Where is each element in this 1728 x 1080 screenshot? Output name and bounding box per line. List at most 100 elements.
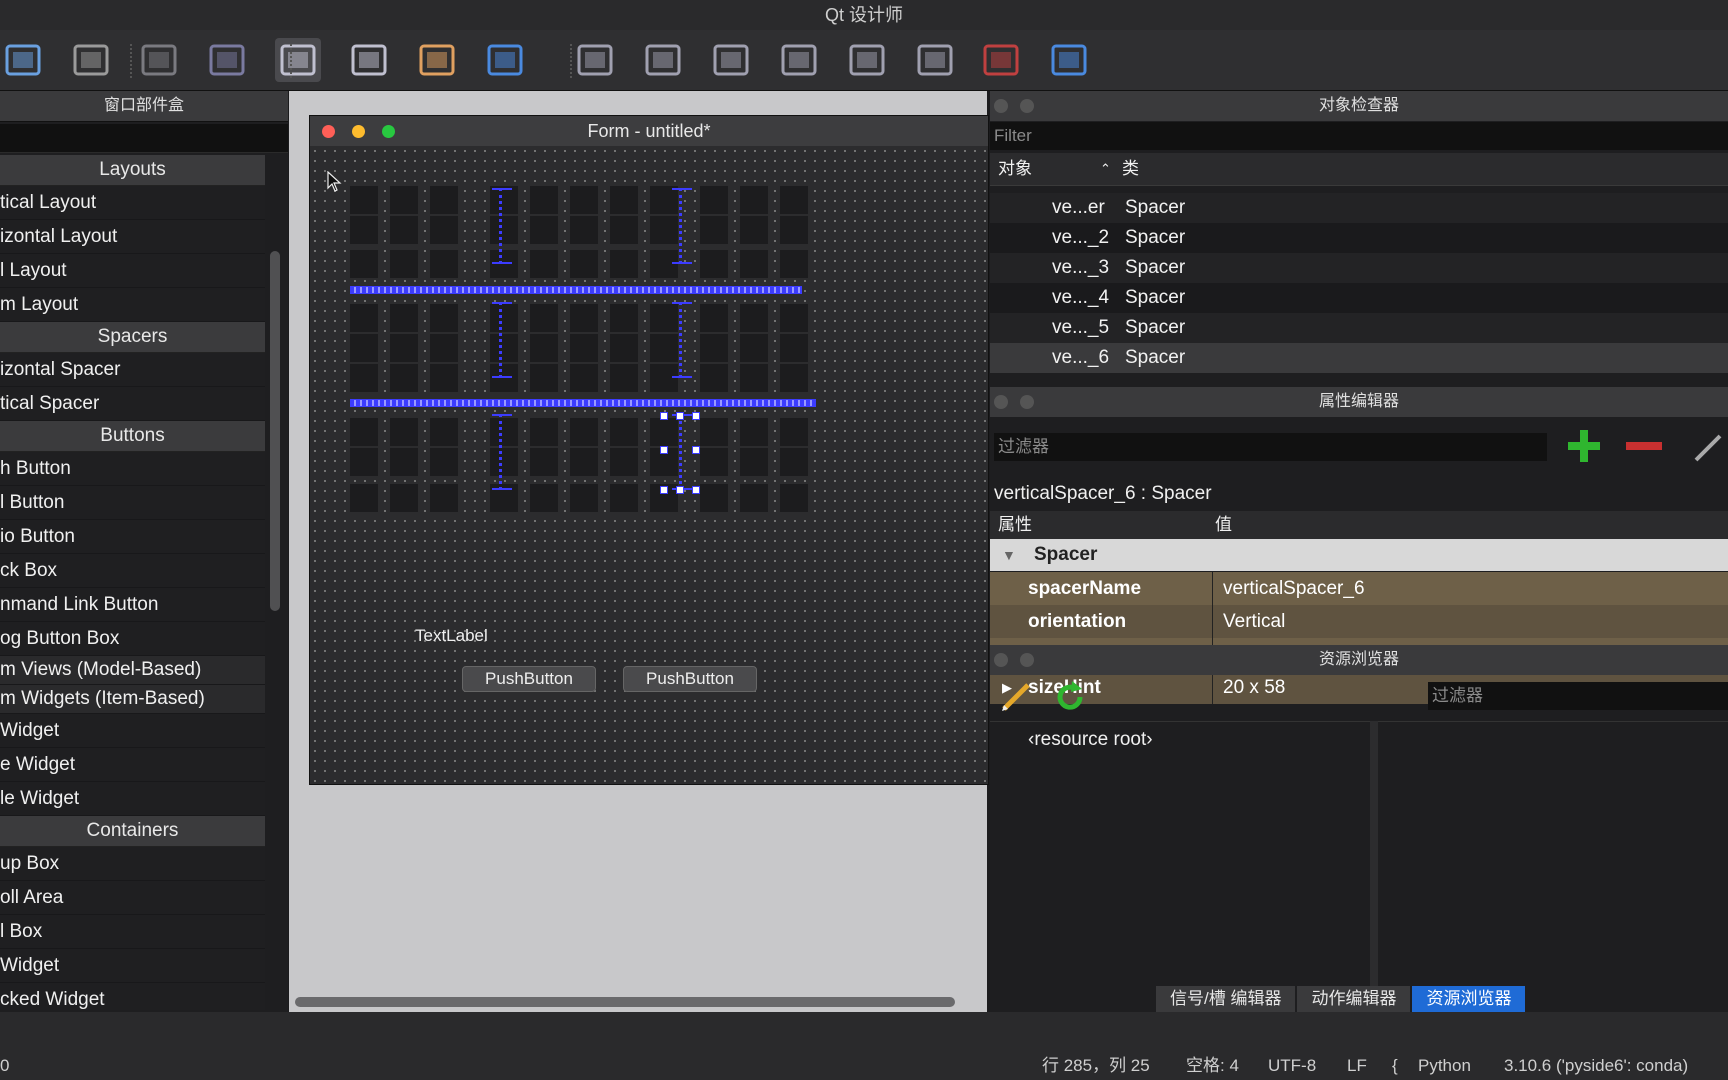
print-icon[interactable] xyxy=(0,38,46,82)
object-row[interactable]: ve..._3 Spacer xyxy=(990,253,1728,283)
dock-float-icon[interactable] xyxy=(1020,395,1034,409)
col-property-header[interactable]: 属性 xyxy=(998,511,1032,539)
dock-float-icon[interactable] xyxy=(1020,653,1034,667)
resource-root[interactable]: ‹resource root› xyxy=(1028,729,1153,751)
selection-handle[interactable] xyxy=(692,446,700,454)
object-row[interactable]: ve...er Spacer xyxy=(990,193,1728,223)
selection-handle[interactable] xyxy=(660,486,668,494)
mdi-horizontal-scrollbar[interactable] xyxy=(295,997,955,1007)
text-label[interactable]: TextLabel xyxy=(415,626,488,646)
layout-grid-icon[interactable] xyxy=(844,38,890,82)
vertical-spacer[interactable] xyxy=(492,302,512,378)
object-row[interactable]: ve..._2 Spacer xyxy=(990,223,1728,253)
widget-box-scrollbar[interactable] xyxy=(270,251,280,611)
horizontal-spacer[interactable] xyxy=(350,399,816,407)
widget-item[interactable]: nmand Link Button xyxy=(0,588,265,622)
selection-handle[interactable] xyxy=(692,486,700,494)
dock-close-icon[interactable] xyxy=(994,395,1008,409)
expand-down-icon[interactable]: ▼ xyxy=(1002,539,1016,571)
form-window[interactable]: Form - untitled* TextLabel PushButton Pu… xyxy=(309,115,989,785)
resource-filter-input[interactable]: 过滤器 xyxy=(1428,682,1728,710)
object-row[interactable]: ve..._6 Spacer xyxy=(990,343,1728,373)
windows-icon[interactable] xyxy=(136,38,182,82)
selection-handle[interactable] xyxy=(660,412,668,420)
save-icon[interactable] xyxy=(68,38,114,82)
edit-tab-order-icon[interactable] xyxy=(482,38,528,82)
widget-item[interactable]: m Layout xyxy=(0,288,265,322)
edit-signals-icon[interactable] xyxy=(346,38,392,82)
widget-category[interactable]: Buttons xyxy=(0,421,265,452)
minimize-icon[interactable] xyxy=(352,125,365,138)
property-row[interactable]: spacerName verticalSpacer_6 xyxy=(990,572,1728,605)
widget-item[interactable]: e Widget xyxy=(0,748,265,782)
dock-tab[interactable]: 信号/槽 编辑器 xyxy=(1156,986,1296,1012)
break-layout-icon[interactable] xyxy=(978,38,1024,82)
property-value[interactable]: verticalSpacer_6 xyxy=(1223,572,1365,605)
object-row[interactable]: ve..._5 Spacer xyxy=(990,313,1728,343)
property-value[interactable]: 20 x 58 xyxy=(1223,671,1285,704)
selection-handle[interactable] xyxy=(692,412,700,420)
horizontal-spacer[interactable] xyxy=(350,286,802,294)
col-value-header[interactable]: 值 xyxy=(1215,511,1232,539)
reload-icon[interactable] xyxy=(1052,679,1088,715)
widget-item[interactable]: tical Layout xyxy=(0,186,265,220)
widget-collapsed-category[interactable]: m Widgets (Item-Based) xyxy=(0,685,265,714)
widget-item[interactable]: l Box xyxy=(0,915,265,949)
widget-item[interactable]: l Button xyxy=(0,486,265,520)
layout-vertical-icon[interactable] xyxy=(640,38,686,82)
vertical-spacer[interactable] xyxy=(672,302,692,378)
zoom-icon[interactable] xyxy=(382,125,395,138)
widget-item[interactable]: Widget xyxy=(0,949,265,983)
object-filter-input[interactable]: Filter xyxy=(990,122,1728,150)
grid-layout[interactable] xyxy=(350,186,850,526)
edit-resources-icon[interactable] xyxy=(998,679,1034,715)
window-stack-icon[interactable] xyxy=(204,38,250,82)
widget-category[interactable]: Spacers xyxy=(0,322,265,353)
property-value[interactable]: Vertical xyxy=(1223,605,1285,638)
status-spaces[interactable]: 空格: 4 xyxy=(1186,1052,1239,1080)
vertical-spacer[interactable] xyxy=(672,188,692,264)
widget-item[interactable]: l Layout xyxy=(0,254,265,288)
edit-buddies-icon[interactable] xyxy=(414,38,460,82)
selection-handle[interactable] xyxy=(676,412,684,420)
status-language[interactable]: Python xyxy=(1418,1052,1471,1080)
property-filter-input[interactable]: 过滤器 xyxy=(994,433,1547,461)
wrench-icon[interactable] xyxy=(1690,428,1728,464)
dock-close-icon[interactable] xyxy=(994,99,1008,113)
push-button-2[interactable]: PushButton xyxy=(623,666,757,692)
widget-item[interactable]: up Box xyxy=(0,847,265,881)
widget-item[interactable]: izontal Layout xyxy=(0,220,265,254)
status-interpreter[interactable]: 3.10.6 ('pyside6': conda) xyxy=(1504,1052,1688,1080)
selection-handle[interactable] xyxy=(660,446,668,454)
selection-handle[interactable] xyxy=(676,486,684,494)
widget-box-filter[interactable] xyxy=(0,124,288,153)
vertical-spacer[interactable] xyxy=(492,414,512,490)
widget-item[interactable]: oll Area xyxy=(0,881,265,915)
dock-tab[interactable]: 动作编辑器 xyxy=(1297,986,1411,1012)
form-canvas[interactable]: TextLabel PushButton PushButton xyxy=(310,146,988,784)
dock-float-icon[interactable] xyxy=(1020,99,1034,113)
widget-item[interactable]: og Button Box xyxy=(0,622,265,656)
remove-property-icon[interactable] xyxy=(1624,426,1664,466)
widget-item[interactable]: cked Widget xyxy=(0,983,265,1010)
widget-item[interactable]: h Button xyxy=(0,452,265,486)
resource-splitter[interactable] xyxy=(1370,721,1378,986)
push-button-1[interactable]: PushButton xyxy=(462,666,596,692)
add-property-icon[interactable] xyxy=(1564,426,1604,466)
property-group-row[interactable]: ▼ Spacer xyxy=(990,539,1728,571)
widget-collapsed-category[interactable]: m Views (Model-Based) xyxy=(0,656,265,685)
layout-v-splitter-icon[interactable] xyxy=(776,38,822,82)
vertical-spacer[interactable] xyxy=(672,414,692,490)
layout-horizontal-icon[interactable] xyxy=(572,38,618,82)
widget-item[interactable]: izontal Spacer xyxy=(0,353,265,387)
widget-item[interactable]: Widget xyxy=(0,714,265,748)
property-row[interactable]: orientation Vertical xyxy=(990,605,1728,638)
vertical-spacer[interactable] xyxy=(492,188,512,264)
edit-widgets-icon[interactable] xyxy=(275,38,321,82)
status-eol[interactable]: LF xyxy=(1347,1052,1367,1080)
dock-close-icon[interactable] xyxy=(994,653,1008,667)
widget-item[interactable]: io Button xyxy=(0,520,265,554)
status-position[interactable]: 行 285，列 25 xyxy=(1042,1052,1150,1080)
layout-form-icon[interactable] xyxy=(912,38,958,82)
status-encoding[interactable]: UTF-8 xyxy=(1268,1052,1316,1080)
